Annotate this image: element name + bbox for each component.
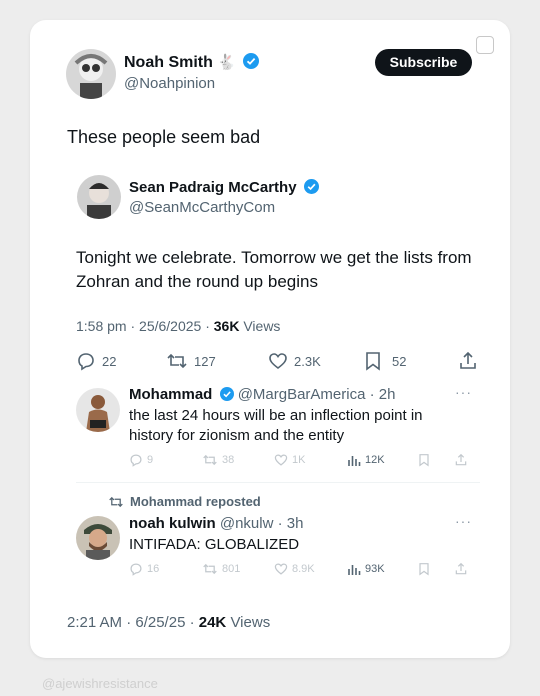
verified-badge-icon [243,53,260,69]
reply-author-name[interactable]: noah kulwin @nkulw · 3h [129,515,303,532]
reply-button[interactable]: 9 [129,453,153,467]
subscribe-button[interactable]: Subscribe [375,49,472,76]
like-button[interactable]: 1K [274,453,305,467]
checkbox-icon[interactable] [476,36,494,54]
post-card [30,20,510,658]
views-button[interactable]: 93K [347,562,385,576]
bookmark-button[interactable]: 52 [364,351,406,371]
avatar-noah-smith[interactable] [66,49,116,99]
verified-badge-icon [219,387,234,401]
repost-icon [203,563,217,575]
views-count: 36K [213,318,240,334]
repost-icon [167,353,187,369]
analytics-icon [348,565,361,575]
reply-button[interactable]: 16 [129,562,159,576]
reply-button[interactable]: 22 [76,351,116,371]
author-handle[interactable]: @Noahpinion [124,75,215,92]
reply-author-handle: @nkulw · 3h [219,515,304,532]
reply-icon [78,353,94,371]
post-text: These people seem bad [67,127,261,147]
reply-icon [130,454,142,467]
reply-icon [130,563,142,576]
more-options-icon[interactable]: ··· [455,513,472,529]
repost-button[interactable]: 801 [202,562,240,576]
repost-icon [203,454,217,466]
share-button[interactable] [459,351,483,371]
quoted-post-text: Tonight we celebrate. Tomorrow we get th… [76,248,472,291]
bookmark-icon [366,352,380,371]
repost-button[interactable]: 38 [202,453,234,467]
post-timestamp: 2:21 AM · 6/25/25 · 24K Views [67,614,271,631]
like-button[interactable]: 2.3K [268,351,321,371]
share-icon [455,562,467,575]
divider [76,482,480,483]
share-button[interactable] [455,562,471,576]
bookmark-button[interactable] [418,562,434,576]
share-button[interactable] [455,453,471,467]
reply-author-handle: @MargBarAmerica · 2h [237,386,396,403]
repost-icon [109,496,123,507]
share-icon [460,351,476,369]
heart-icon [274,563,288,575]
rabbit-icon: 🐇 [217,54,237,71]
verified-badge-icon [303,179,319,194]
analytics-icon [348,456,361,466]
reply-text: INTIFADA: GLOBALIZED [129,536,300,553]
quoted-post-meta: 1:58 pm · 25/6/2025 · 36K Views [76,318,281,334]
avatar-mohammad[interactable] [76,388,120,432]
like-button[interactable]: 8.9K [274,562,315,576]
author-name[interactable]: Noah Smith 🐇 [124,53,260,72]
views-button[interactable]: 12K [347,453,385,467]
bookmark-icon [419,454,429,467]
share-icon [455,453,467,466]
avatar-noah-kulwin[interactable] [76,516,120,560]
repost-button[interactable]: 127 [166,351,216,371]
reply-author-name[interactable]: Mohammad @MargBarAmerica · 2h [129,386,395,403]
bookmark-button[interactable] [418,453,434,467]
quoted-author-name[interactable]: Sean Padraig McCarthy [129,179,319,196]
bookmark-icon [419,563,429,576]
heart-icon [269,353,287,370]
avatar-sean-mccarthy[interactable] [77,175,121,219]
watermark: @ajewishresistance [42,676,158,691]
quoted-author-handle[interactable]: @SeanMcCarthyCom [129,199,275,216]
repost-indicator[interactable]: Mohammad reposted [108,494,261,509]
reply-text: the last 24 hours will be an inflection … [129,407,423,444]
views-count: 24K [198,614,227,631]
more-options-icon[interactable]: ··· [455,384,472,400]
heart-icon [274,454,288,466]
